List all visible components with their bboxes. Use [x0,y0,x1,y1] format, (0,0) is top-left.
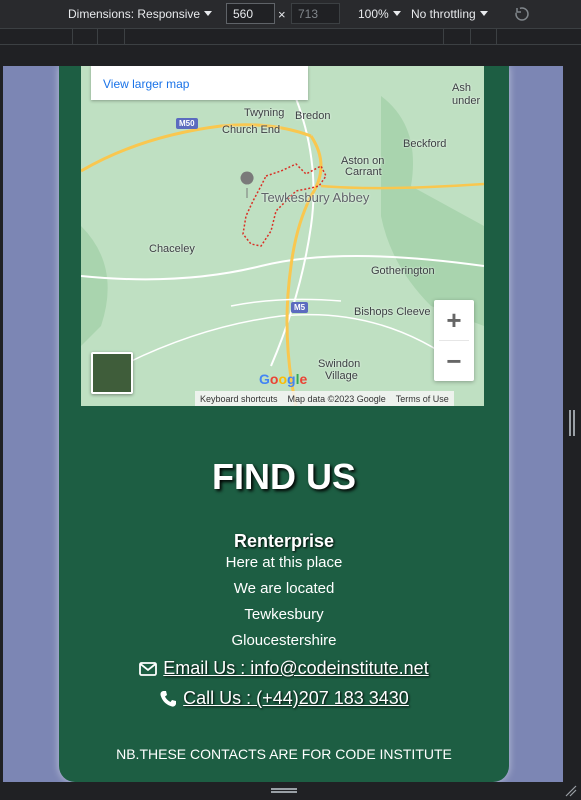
width-input[interactable]: 560 [226,3,275,24]
place-label: Tewkesbury Abbey [261,190,370,205]
embedded-map[interactable]: Ash under Twyning Church End Bredon Beck… [81,66,484,406]
place-label: Ash [452,82,471,94]
zoom-dropdown[interactable]: 100% [358,0,401,28]
phone-link[interactable]: Call Us : (+44)207 183 3430 [59,688,509,709]
resize-handle-right[interactable] [569,410,575,436]
place-label: Bredon [295,110,331,122]
place-label: under [452,95,481,107]
chevron-down-icon [479,10,488,16]
contact-note: NB.THESE CONTACTS ARE FOR CODE INSTITUTE [116,746,452,762]
place-label: Gotherington [371,265,435,277]
devtools-bottom-bar [0,782,581,800]
place-label: Carrant [345,166,382,178]
throttling-label: No throttling [411,7,476,21]
place-label: Village [325,370,358,382]
page-viewport: Ash under Twyning Church End Bredon Beck… [3,66,563,782]
email-text: Email Us : info@codeinstitute.net [163,658,429,678]
chevron-down-icon [204,10,213,16]
throttling-dropdown[interactable]: No throttling [411,0,488,28]
resize-corner-icon[interactable] [565,785,577,797]
email-link[interactable]: Email Us : info@codeinstitute.net [59,658,509,679]
media-query-bar [0,28,581,45]
place-label: Swindon [318,358,361,370]
chevron-down-icon [392,10,401,16]
address-line: We are located [233,580,335,597]
place-label: Chaceley [149,243,195,255]
road-badge: M5 [291,302,309,313]
keyboard-shortcuts-link[interactable]: Keyboard shortcuts [195,394,283,404]
page-title: FIND US [212,456,356,497]
resize-handle-bottom[interactable] [271,788,297,793]
map-data-label: Map data ©2023 Google [287,393,386,404]
place-label: Beckford [403,138,447,150]
address-line: Gloucestershire [231,632,337,649]
zoom-label: 100% [358,7,389,21]
place-label: Bishops Cleeve [354,306,431,318]
zoom-in-button[interactable]: + [434,300,474,340]
height-input[interactable]: 713 [291,3,340,24]
address-line: Tewkesbury [244,606,324,623]
times-symbol: × [278,6,286,22]
terms-link[interactable]: Terms of Use [391,394,454,404]
zoom-out-button[interactable]: − [434,341,474,381]
place-label: Church End [222,124,281,136]
place-label: Twyning [244,107,285,119]
road-badge: M50 [176,118,198,129]
phone-text: Call Us : (+44)207 183 3430 [183,688,409,708]
dimensions-label: Dimensions: Responsive [68,7,201,21]
map-attribution: Keyboard shortcuts Map data ©2023 Google… [195,391,454,406]
company-name: Renterprise [233,531,335,551]
address-line: Here at this place [225,554,343,571]
google-logo: Google [259,371,308,387]
rotate-icon[interactable] [512,0,532,28]
view-larger-map-link[interactable]: View larger map [91,66,308,100]
devtools-toolbar: Dimensions: Responsive 560 × 713 100% No… [0,0,581,28]
contact-card: Ash under Twyning Church End Bredon Beck… [59,66,509,782]
phone-icon [160,690,177,707]
dimensions-dropdown[interactable]: Dimensions: Responsive [68,0,213,28]
satellite-toggle[interactable] [91,352,133,394]
envelope-icon [139,661,158,676]
zoom-controls: + − [434,300,474,381]
